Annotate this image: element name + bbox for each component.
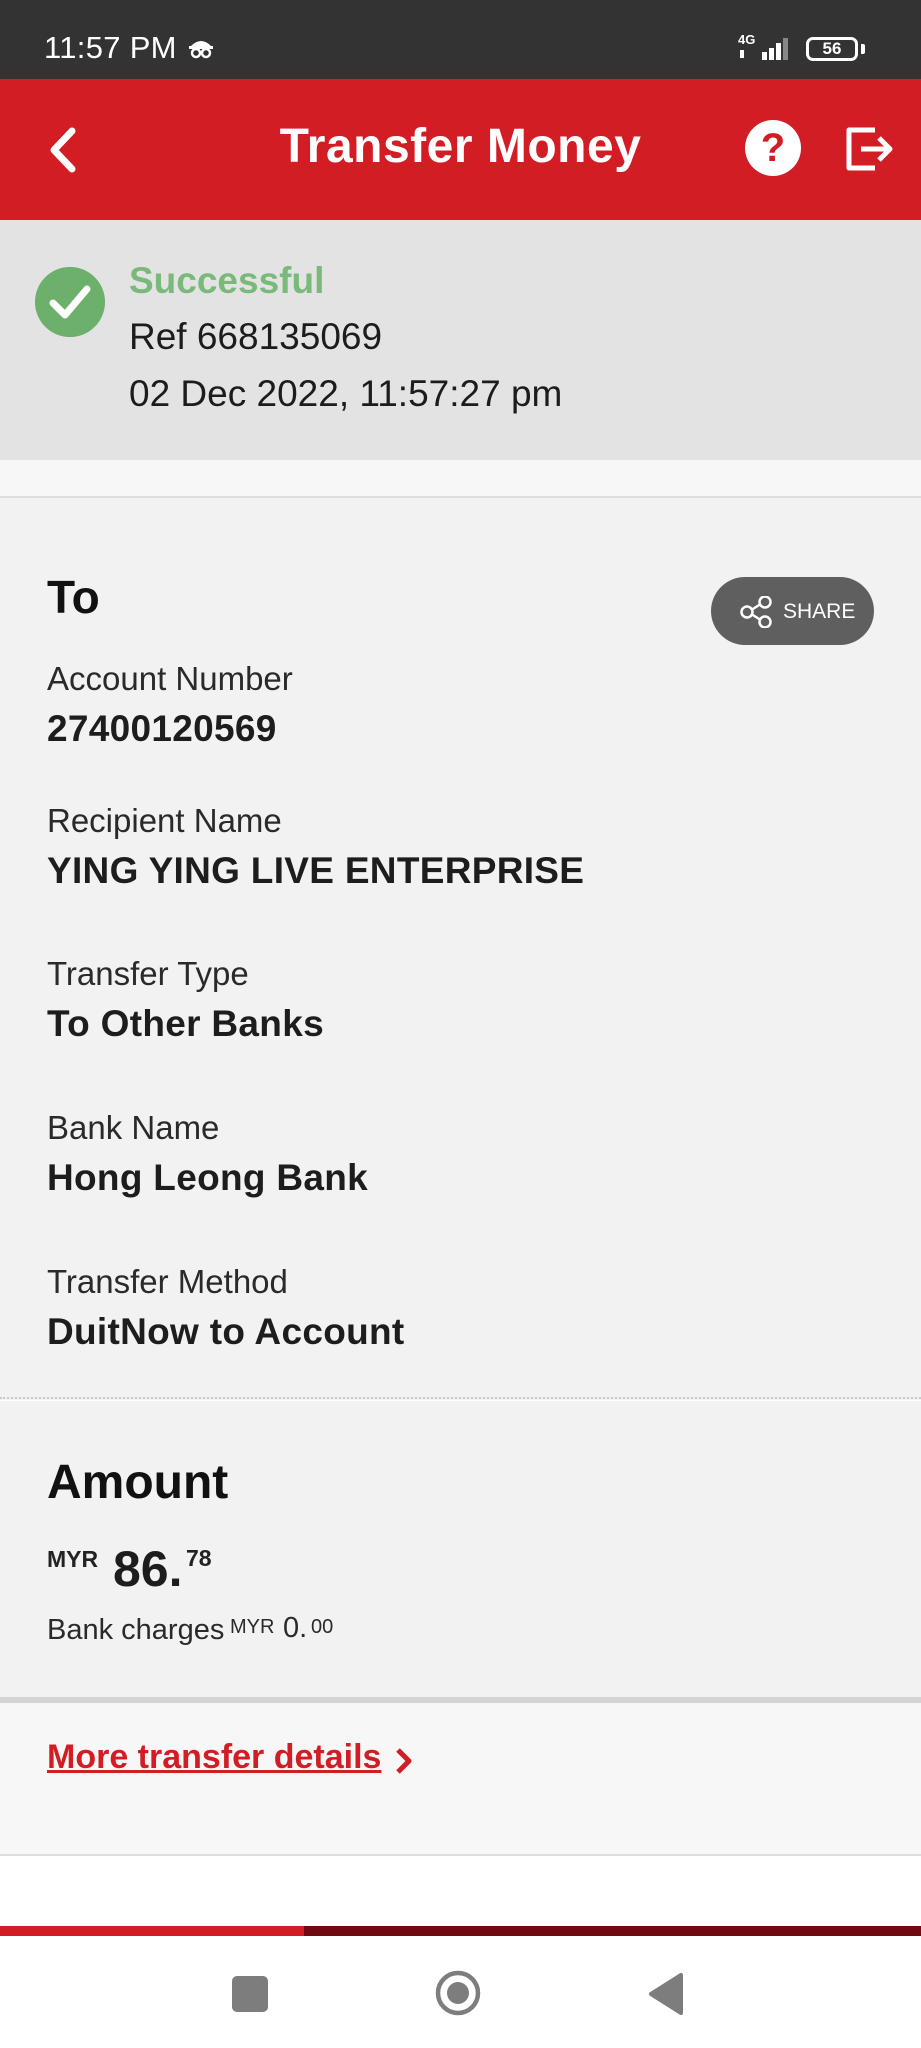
battery-level: 56 [822,39,842,58]
nav-recents-icon[interactable] [232,1976,268,2012]
chevron-right-icon[interactable] [393,1746,415,1776]
signal-icon [740,38,788,60]
bank-charges-whole: 0. [283,1612,308,1644]
section-gap [0,460,921,498]
recipient-name-label: Recipient Name [47,802,282,839]
logout-icon[interactable] [845,124,895,174]
more-details-section: More transfer details [0,1703,921,1856]
transfer-datetime: 02 Dec 2022, 11:57:27 pm [129,373,563,414]
transfer-result-card: Successful Ref 668135069 02 Dec 2022, 11… [0,220,921,460]
share-label: SHARE [783,600,856,623]
account-number-value: 27400120569 [47,708,277,749]
amount-heading: Amount [47,1456,229,1509]
transfer-type-value: To Other Banks [47,1003,324,1044]
bank-charges-label: Bank charges [47,1614,225,1646]
nav-home-icon[interactable] [433,1968,483,2018]
reference-number: Ref 668135069 [129,316,383,357]
account-number-label: Account Number [47,660,293,697]
progress-bar [0,1926,921,1936]
battery-icon: 56 [806,37,858,61]
incognito-icon [189,41,213,59]
bank-charges-cents: 00 [311,1616,334,1638]
nav-back-icon[interactable] [647,1972,685,2016]
transfer-method-label: Transfer Method [47,1263,288,1300]
transfer-type-label: Transfer Type [47,955,249,992]
to-heading: To [47,571,100,623]
more-transfer-details-link[interactable]: More transfer details [47,1738,381,1777]
bank-name-label: Bank Name [47,1109,220,1146]
recipient-details: To SHARE Account Number 27400120569 Reci… [0,498,921,1400]
amount-cents: 78 [186,1545,212,1571]
amount-section: Amount MYR 86. 78 Bank charges MYR 0. 00 [0,1401,921,1697]
progress-fill [0,1926,304,1936]
bank-name-value: Hong Leong Bank [47,1157,369,1198]
status-bar: 11:57 PM 4G 56 [0,0,921,79]
app-bar: Transfer Money ? [0,79,921,220]
section-divider [0,1397,921,1399]
recipient-name-value: YING YING LIVE ENTERPRISE [47,850,585,891]
share-button[interactable]: SHARE [711,577,874,645]
amount-currency: MYR [47,1546,99,1572]
check-circle-icon [35,267,105,337]
battery-tip [861,44,865,54]
help-icon[interactable]: ? [745,120,801,176]
amount-whole: 86. [113,1541,183,1597]
share-icon [740,596,772,628]
system-nav-bar [0,1936,921,2048]
status-label: Successful [129,260,325,301]
transfer-method-value: DuitNow to Account [47,1311,405,1352]
status-time: 11:57 PM [44,30,177,65]
bank-charges-currency: MYR [230,1616,275,1638]
